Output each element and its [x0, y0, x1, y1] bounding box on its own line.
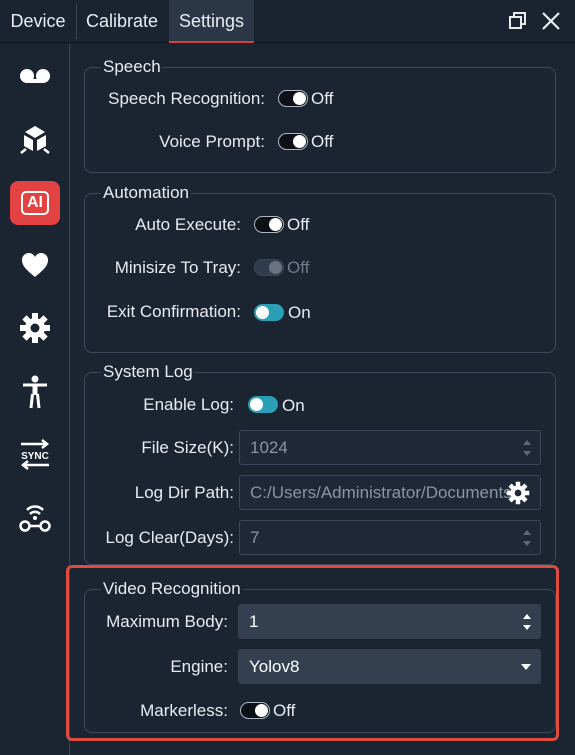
enable-log-state: On	[282, 396, 305, 415]
sidebar-item-favorites[interactable]	[17, 247, 53, 283]
voice-prompt-state: Off	[311, 132, 334, 151]
ai-label: AI	[21, 191, 49, 215]
exit-confirmation-toggle[interactable]	[254, 304, 284, 321]
log-dir-path-label: Log Dir Path:	[134, 483, 234, 502]
wireless-device-icon	[19, 505, 51, 532]
ai-icon: AI	[10, 181, 60, 225]
heart-icon	[22, 253, 48, 277]
auto-execute-label: Auto Execute:	[135, 215, 241, 234]
sidebar-item-wireless[interactable]	[17, 499, 53, 535]
cube-network-icon	[20, 126, 50, 154]
speech-group: Speech	[84, 57, 556, 173]
log-dir-path-input: C:/Users/Administrator/Documents	[239, 475, 541, 510]
cassette-icon	[20, 69, 50, 83]
tab-settings[interactable]: Settings	[169, 0, 254, 43]
voice-prompt-label: Voice Prompt:	[159, 132, 265, 151]
close-icon[interactable]	[539, 9, 563, 33]
sidebar-item-model[interactable]	[17, 122, 53, 158]
sidebar-item-settings[interactable]	[17, 310, 53, 346]
browse-folder-gear-icon[interactable]	[506, 481, 530, 505]
speech-title: Speech	[101, 57, 163, 77]
speech-recognition-label: Speech Recognition:	[108, 89, 265, 108]
minimize-to-tray-label: Minisize To Tray:	[114, 258, 241, 277]
file-size-label: File Size(K):	[141, 438, 234, 457]
log-clear-days-label: Log Clear(Days):	[105, 528, 235, 547]
system-log-title: System Log	[101, 362, 195, 382]
sidebar-item-device[interactable]	[17, 58, 53, 94]
log-clear-days-value: 7	[250, 528, 260, 547]
sync-icon: SYNC	[20, 439, 50, 470]
sync-label: SYNC	[21, 451, 49, 462]
minimize-to-tray-state: Off	[287, 258, 310, 277]
enable-log-label: Enable Log:	[143, 395, 234, 414]
tab-bar: Device Calibrate Settings	[0, 0, 575, 43]
spinner-arrows-icon	[523, 530, 531, 546]
tab-calibrate[interactable]: Calibrate	[76, 0, 168, 43]
speech-recognition-state: Off	[311, 89, 334, 108]
sidebar-item-body[interactable]	[17, 374, 53, 410]
log-dir-path-value: C:/Users/Administrator/Documents	[250, 483, 512, 502]
log-clear-days-input: 7	[239, 520, 541, 555]
file-size-input: 1024	[239, 430, 541, 465]
minimize-to-tray-toggle	[254, 259, 284, 276]
human-figure-icon	[23, 375, 47, 409]
restore-window-icon[interactable]	[505, 9, 529, 33]
automation-title: Automation	[101, 183, 191, 203]
exit-confirmation-label: Exit Confirmation:	[106, 302, 241, 321]
file-size-value: 1024	[250, 438, 288, 457]
tab-device[interactable]: Device	[0, 0, 77, 43]
enable-log-toggle[interactable]	[248, 396, 278, 413]
auto-execute-toggle[interactable]	[254, 216, 284, 233]
spinner-arrows-icon	[523, 440, 531, 456]
sidebar-item-ai[interactable]: AI	[10, 180, 60, 226]
auto-execute-state: Off	[287, 215, 310, 234]
exit-confirmation-state: On	[288, 303, 311, 322]
voice-prompt-toggle[interactable]	[278, 133, 308, 150]
sidebar: AI SYNC	[0, 44, 70, 755]
highlight-box	[66, 565, 559, 741]
gear-icon	[20, 313, 50, 343]
speech-recognition-toggle[interactable]	[278, 90, 308, 107]
sidebar-item-sync[interactable]: SYNC	[17, 436, 53, 472]
